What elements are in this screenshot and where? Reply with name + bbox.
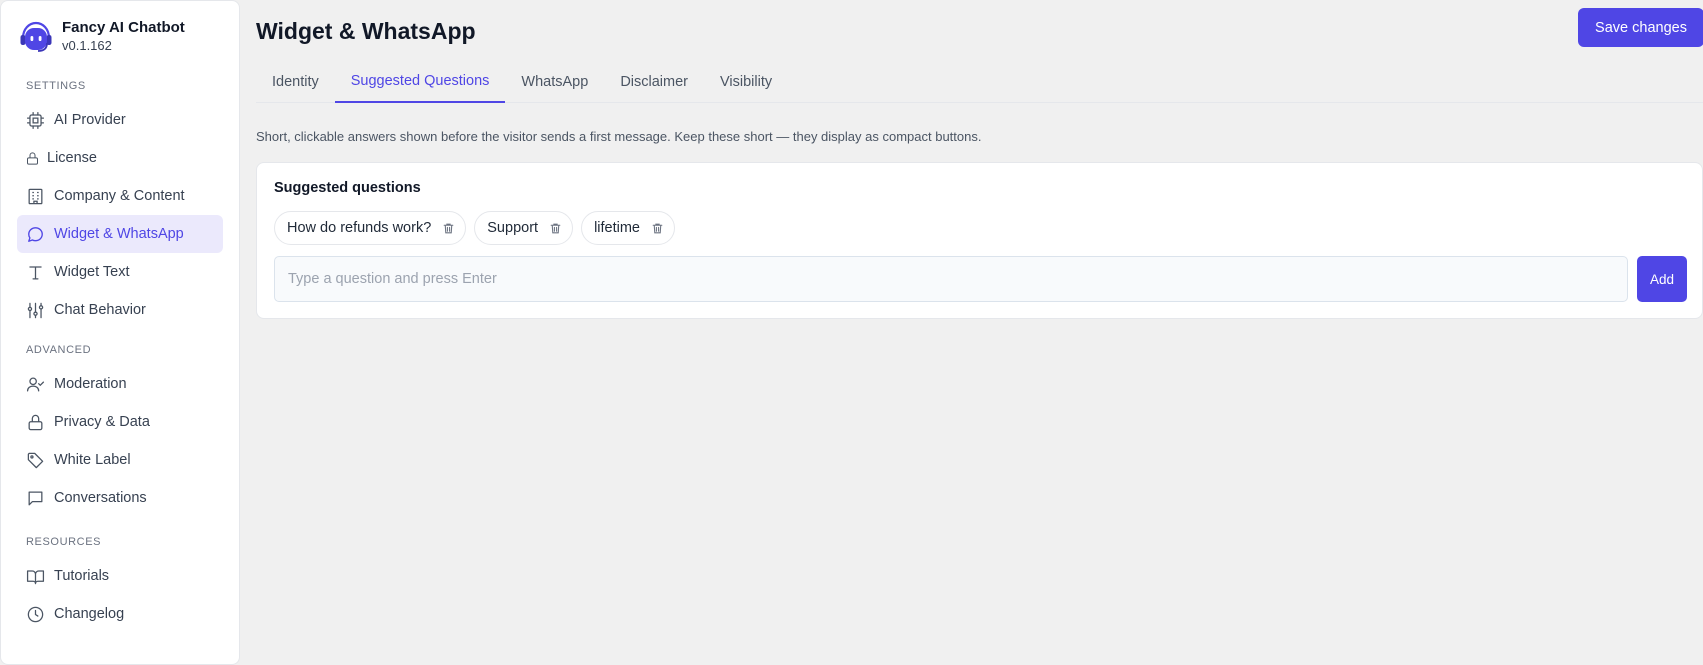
sidebar-item-ai-provider[interactable]: AI Provider <box>17 101 223 139</box>
sidebar-item-company-content[interactable]: Company & Content <box>17 177 223 215</box>
card-title: Suggested questions <box>274 180 421 196</box>
question-chip-label: lifetime <box>594 220 640 236</box>
trash-icon[interactable] <box>650 221 664 235</box>
tab-disclaimer[interactable]: Disclaimer <box>604 60 704 103</box>
help-text: Short, clickable answers shown before th… <box>256 129 982 144</box>
app-name: Fancy AI Chatbot <box>62 19 185 36</box>
sidebar-item-label: License <box>47 150 97 166</box>
clock-icon <box>27 606 44 622</box>
sidebar-item-label: White Label <box>54 452 131 468</box>
section-label-advanced: ADVANCED <box>26 344 92 356</box>
page-title: Widget & WhatsApp <box>256 18 476 44</box>
cpu-icon <box>26 111 45 129</box>
tab-visibility[interactable]: Visibility <box>704 60 788 103</box>
sidebar-item-license[interactable]: License <box>17 139 223 177</box>
sidebar-item-label: Chat Behavior <box>54 302 146 318</box>
sidebar-item-label: Widget Text <box>54 264 130 280</box>
sidebar-item-moderation[interactable]: Moderation <box>17 365 223 403</box>
question-chip: Support <box>474 211 574 245</box>
tab-suggested-questions[interactable]: Suggested Questions <box>334 60 506 103</box>
user-check-icon <box>26 377 45 391</box>
trash-icon[interactable] <box>441 221 455 235</box>
suggested-questions-card: Suggested questions How do refunds work?… <box>256 162 1703 319</box>
building-icon <box>28 188 43 204</box>
sidebar-item-widget-text[interactable]: Widget Text <box>17 253 223 291</box>
sidebar-item-white-label[interactable]: White Label <box>17 441 223 479</box>
sliders-icon <box>27 302 44 318</box>
robot-headset-icon <box>20 21 52 52</box>
message-square-icon <box>28 491 43 505</box>
tab-identity[interactable]: Identity <box>256 60 335 103</box>
sidebar-item-label: AI Provider <box>54 112 126 128</box>
question-chip: lifetime <box>581 211 675 245</box>
app-version: v0.1.162 <box>62 38 112 53</box>
sidebar-item-chat-behavior[interactable]: Chat Behavior <box>17 291 223 329</box>
chat-bubble-icon <box>28 226 43 242</box>
sidebar-item-label: Moderation <box>54 376 127 392</box>
trash-icon[interactable] <box>548 221 562 235</box>
section-label-settings: SETTINGS <box>26 80 86 92</box>
brand: Fancy AI Chatbot v0.1.162 <box>1 17 239 57</box>
question-chip: How do refunds work? <box>274 211 467 245</box>
type-icon <box>29 265 42 279</box>
book-icon <box>26 569 45 584</box>
question-chip-label: How do refunds work? <box>287 220 432 236</box>
sidebar-item-label: Tutorials <box>54 568 110 584</box>
question-chip-list: How do refunds work? Support lifetime <box>274 211 675 245</box>
sidebar: Fancy AI Chatbot v0.1.162 SETTINGS AI Pr… <box>0 0 240 665</box>
sidebar-item-tutorials[interactable]: Tutorials <box>17 557 223 595</box>
add-question-button[interactable]: Add <box>1637 256 1687 302</box>
sidebar-item-widget-whatsapp[interactable]: Widget & WhatsApp <box>17 215 223 253</box>
main-content: Widget & WhatsApp Save changes Identity … <box>256 0 1703 665</box>
section-label-resources: RESOURCES <box>26 536 102 548</box>
sidebar-item-label: Widget & WhatsApp <box>54 226 184 242</box>
sidebar-item-conversations[interactable]: Conversations <box>17 479 223 517</box>
tab-bar: Identity Suggested Questions WhatsApp Di… <box>256 60 1703 103</box>
sidebar-item-label: Changelog <box>54 606 125 622</box>
lock-icon <box>27 151 38 165</box>
sidebar-item-changelog[interactable]: Changelog <box>17 595 223 633</box>
new-question-input[interactable] <box>274 256 1628 302</box>
save-changes-button[interactable]: Save changes <box>1578 8 1703 47</box>
sidebar-item-label: Privacy & Data <box>54 414 150 430</box>
tab-whatsapp[interactable]: WhatsApp <box>505 60 604 103</box>
sidebar-item-label: Company & Content <box>54 188 185 204</box>
question-chip-label: Support <box>487 220 539 236</box>
tag-icon <box>27 452 44 468</box>
sidebar-item-label: Conversations <box>54 490 147 506</box>
sidebar-item-privacy-data[interactable]: Privacy & Data <box>17 403 223 441</box>
lock-icon <box>28 414 43 430</box>
